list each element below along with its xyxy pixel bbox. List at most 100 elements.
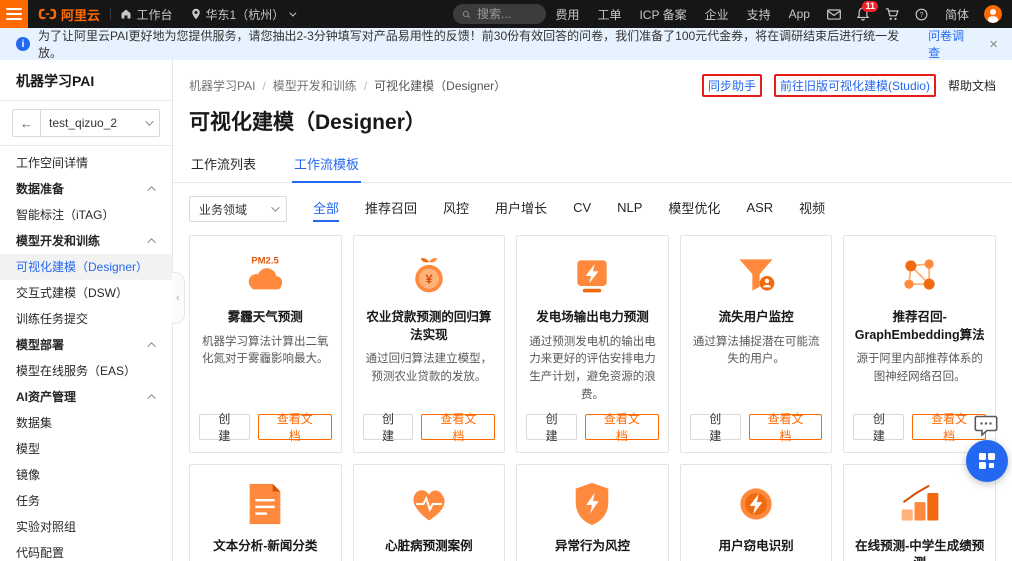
create-button[interactable]: 创建 [853, 412, 905, 443]
sidebar-item-training-job[interactable]: 训练任务提交 [0, 306, 172, 332]
card-title: 农业贷款预测的回归算法实现 [366, 310, 492, 342]
card-text-news: 文本分析-新闻分类 通过主题模型实现了整个文本分类的流程。 创建 查看文档 [189, 463, 342, 561]
tab-workflow-templates[interactable]: 工作流模板 [292, 145, 362, 183]
sidebar-item-images[interactable]: 镜像 [0, 462, 172, 488]
card-description: 通过预测发电机的输出电力来更好的评估安排电力生产计划，避免资源的浪费。 [529, 335, 656, 401]
card-abnormal-risk: 异常行为风控 通过算法判别系统中的异常行为。 创建 查看文档 [516, 463, 669, 561]
category-nlp[interactable]: NLP [617, 200, 642, 218]
top-nav-bar: 阿里云 工作台 华东1（杭州） 费用 工单 ICP 备案 企业 支持 App [0, 0, 1012, 28]
global-search[interactable] [453, 4, 547, 24]
card-buttons: 创建 查看文档 [199, 412, 332, 443]
hamburger-menu-icon[interactable] [0, 0, 28, 28]
location-pin-icon [191, 8, 200, 20]
help-docs-link[interactable]: 帮助文档 [948, 77, 996, 94]
card-description: 通过回归算法建立模型，预测农业贷款的发放。 [365, 353, 493, 383]
cart-icon[interactable] [877, 0, 907, 28]
card-online-score: 在线预测-中学生成绩预测 本实验主要展示平台在线预测能力，通过中学生的在校园行为… [843, 463, 996, 561]
sidebar-product-title: 机器学习PAI [16, 73, 95, 89]
workspace-selector[interactable]: test_qizuo_2 [41, 110, 159, 136]
back-button[interactable]: ← [13, 110, 41, 136]
sync-assistant-link[interactable]: 同步助手 [708, 77, 756, 94]
coin-loan-icon: ¥ [407, 251, 451, 299]
home-icon [121, 9, 131, 19]
chevron-down-icon [289, 9, 297, 17]
topnav-billing[interactable]: 费用 [546, 0, 588, 28]
create-button[interactable]: 创建 [199, 412, 250, 443]
close-icon[interactable]: × [989, 28, 998, 60]
category-asr[interactable]: ASR [746, 200, 773, 218]
category-user-growth[interactable]: 用户增长 [495, 198, 547, 220]
survey-link[interactable]: 问卷调查 [928, 27, 976, 61]
help-circle-icon[interactable]: ? [907, 0, 936, 28]
document-text-icon [245, 480, 285, 528]
mobile-app-qr-button[interactable] [966, 440, 1008, 482]
legacy-studio-link[interactable]: 前往旧版可视化建模(Studio) [780, 77, 930, 94]
card-title: 推荐召回-GraphEmbedding算法 [854, 310, 985, 342]
card-description: 通过算法捕捉潜在可能流失的用户。 [692, 335, 820, 366]
card-buttons: 创建 查看文档 [526, 412, 659, 443]
workbench-label: 工作台 [136, 7, 173, 22]
breadcrumb-item-pai[interactable]: 机器学习PAI [189, 77, 255, 94]
bell-icon[interactable]: 11 [849, 0, 878, 28]
category-recommend[interactable]: 推荐召回 [365, 198, 417, 220]
sidebar-group-model-deploy[interactable]: 模型部署 [0, 332, 172, 358]
topnav-support[interactable]: 支持 [738, 0, 780, 28]
brand-text: 阿里云 [61, 7, 101, 23]
create-button[interactable]: 创建 [362, 412, 414, 443]
category-model-opt[interactable]: 模型优化 [668, 198, 720, 220]
search-input[interactable] [477, 7, 538, 21]
view-docs-button[interactable]: 查看文档 [585, 412, 659, 443]
page-title: 可视化建模（Designer） [189, 111, 426, 134]
topnav-icp[interactable]: ICP 备案 [630, 0, 695, 28]
topnav-app[interactable]: App [780, 0, 819, 28]
sidebar-item-itag[interactable]: 智能标注（iTAG） [0, 202, 172, 228]
create-button[interactable]: 创建 [689, 412, 741, 443]
sidebar-group-model-dev[interactable]: 模型开发和训练 [0, 228, 172, 254]
sidebar-item-eas[interactable]: 模型在线服务（EAS） [0, 358, 172, 384]
create-button[interactable]: 创建 [526, 412, 578, 443]
sidebar-item-tasks[interactable]: 任务 [0, 488, 172, 514]
card-haze-weather: PM2.5 雾霾天气预测 机器学习算法计算出二氧化氮对于雾霾影响最大。 创建 查… [189, 235, 342, 453]
user-avatar[interactable] [984, 5, 1002, 23]
language-toggle[interactable]: 简体 [936, 0, 978, 28]
topnav-enterprise[interactable]: 企业 [696, 0, 738, 28]
topnav-tickets[interactable]: 工单 [588, 0, 630, 28]
alibaba-cloud-logo-icon [38, 8, 57, 20]
view-docs-button[interactable]: 查看文档 [748, 412, 823, 443]
sidebar-item-code-config[interactable]: 代码配置 [0, 540, 172, 561]
workspace-name: test_qizuo_2 [49, 116, 118, 130]
card-title: 文本分析-新闻分类 [213, 538, 318, 553]
region-selector[interactable]: 华东1（杭州） [182, 0, 304, 28]
breadcrumb-separator: / [262, 78, 266, 93]
alibaba-cloud-logo[interactable]: 阿里云 [38, 5, 100, 24]
mail-icon[interactable] [819, 0, 849, 28]
shield-bolt-icon [572, 480, 612, 528]
sidebar-collapse-handle[interactable]: ‹ [172, 272, 185, 324]
card-buttons: 创建 查看文档 [689, 412, 823, 443]
workbench-link[interactable]: 工作台 [111, 0, 182, 28]
view-docs-button[interactable]: 查看文档 [257, 412, 332, 443]
sidebar-item-datasets[interactable]: 数据集 [0, 410, 172, 436]
category-all[interactable]: 全部 [313, 198, 340, 222]
chevron-up-icon [147, 394, 156, 403]
filter-row: 业务领域 全部 推荐召回 风控 用户增长 CV NLP 模型优化 ASR 视频 [173, 183, 1012, 222]
breadcrumb-item-model-dev[interactable]: 模型开发和训练 [273, 77, 357, 94]
view-docs-button[interactable]: 查看文档 [421, 412, 496, 443]
sidebar-item-designer[interactable]: 可视化建模（Designer） [0, 254, 172, 280]
category-cv[interactable]: CV [573, 200, 591, 218]
survey-notice-bar: i 为了让阿里云PAI更好地为您提供服务，请您抽出2-3分钟填写对产品易用性的反… [0, 28, 1012, 60]
category-video[interactable]: 视频 [799, 198, 825, 220]
tab-workflow-list[interactable]: 工作流列表 [189, 145, 258, 182]
sidebar-item-workspace-details[interactable]: 工作空间详情 [0, 150, 172, 176]
business-domain-select[interactable]: 业务领域 [189, 196, 287, 222]
sidebar-group-ai-assets[interactable]: AI资产管理 [0, 384, 172, 410]
chat-feedback-icon[interactable] [970, 412, 1002, 440]
sidebar-item-experiment-groups[interactable]: 实验对照组 [0, 514, 172, 540]
sidebar-item-dsw[interactable]: 交互式建模（DSW） [0, 280, 172, 306]
sidebar-group-data-prep[interactable]: 数据准备 [0, 176, 172, 202]
sidebar-item-models[interactable]: 模型 [0, 436, 172, 462]
category-filter: 全部 推荐召回 风控 用户增长 CV NLP 模型优化 ASR 视频 [313, 198, 825, 222]
card-buttons: 创建 查看文档 [853, 412, 986, 443]
svg-text:¥: ¥ [425, 271, 433, 286]
category-risk[interactable]: 风控 [443, 198, 469, 220]
